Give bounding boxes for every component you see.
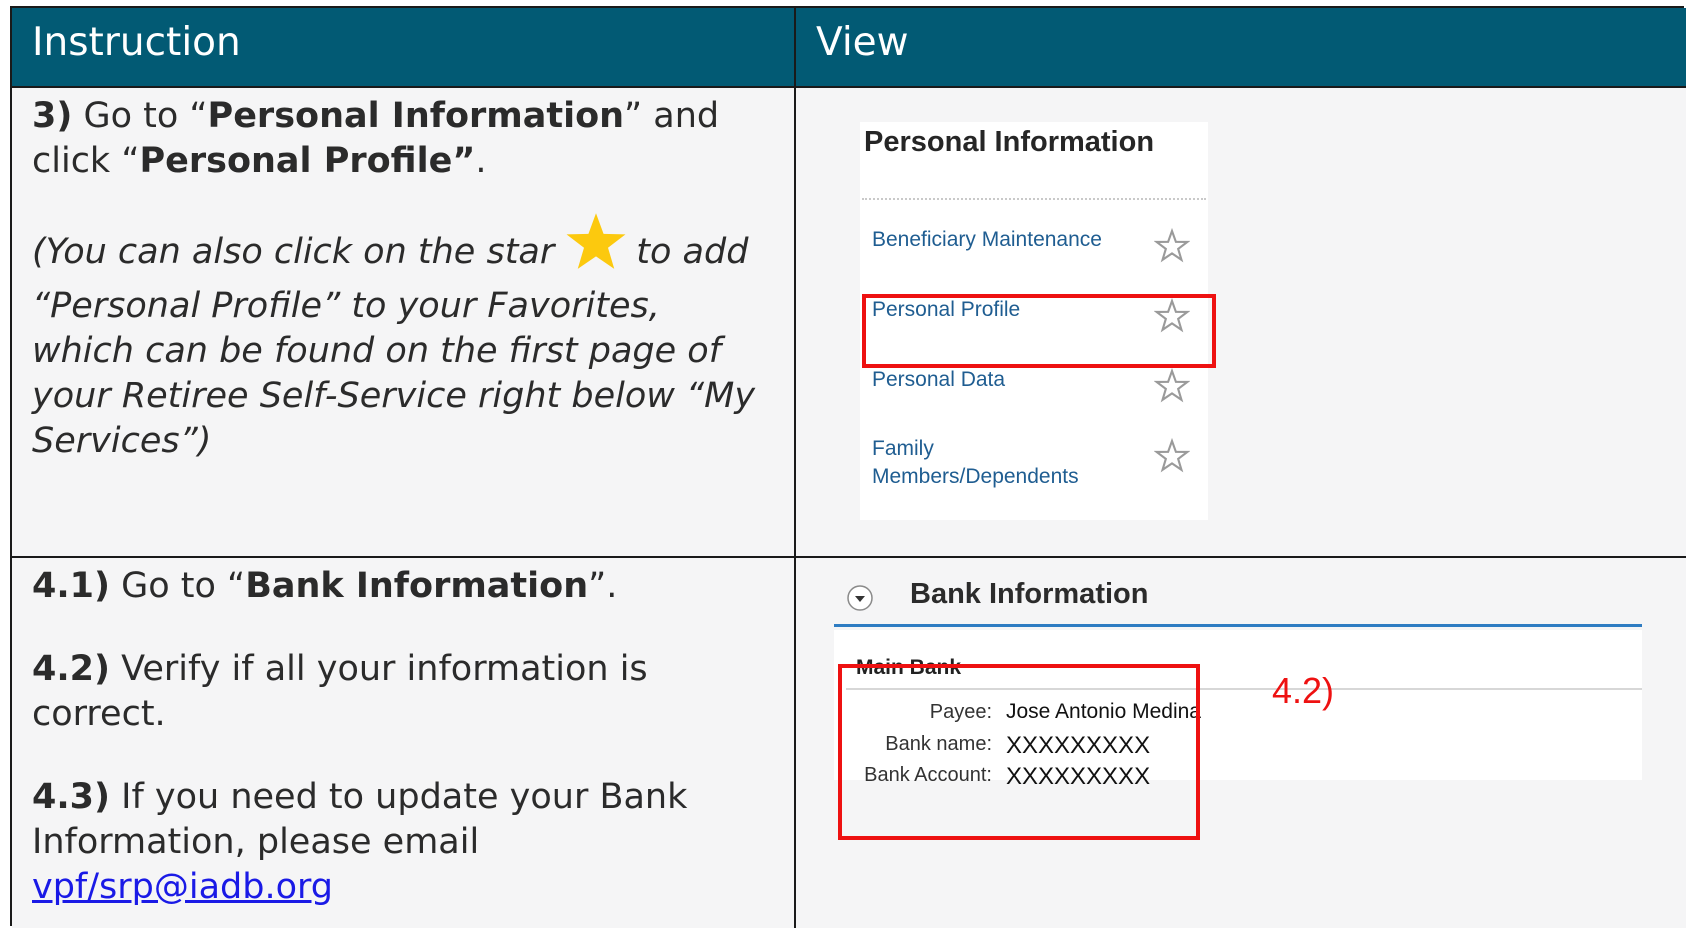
bank-information-header[interactable]: Bank Information [834, 574, 1642, 627]
row1-view-cell: Personal Information Beneficiary Mainten… [796, 88, 1686, 558]
personal-profile-highlight [862, 294, 1216, 368]
star-outline-icon[interactable] [1154, 228, 1190, 264]
step42-text: Verify if all your information is correc… [32, 649, 648, 734]
bank-information-title: Bank Information [910, 578, 1149, 610]
row2-instruction-cell: 4.1) Go to “Bank Information”. 4.2) Veri… [12, 558, 796, 928]
step4-instructions: 4.1) Go to “Bank Information”. 4.2) Veri… [32, 564, 764, 910]
step3-text-c: . [475, 141, 487, 181]
star-outline-icon[interactable] [1154, 368, 1190, 404]
header-view: View [796, 8, 1686, 88]
step42-number: 4.2) [32, 649, 110, 689]
step3-bold-a: Personal Information [207, 96, 625, 136]
menu-item-family-members[interactable]: Family Members/Dependents [872, 435, 1102, 491]
row1-instruction-cell: 3) Go to “Personal Information” and clic… [12, 88, 796, 558]
step43-text: If you need to update your Bank Informat… [32, 777, 688, 862]
step41-bold: Bank Information [245, 566, 589, 606]
menu-item-personal-data[interactable]: Personal Data [872, 366, 1192, 394]
gold-star-icon [564, 212, 628, 284]
step41-text: Go to “ [110, 566, 246, 606]
step3-instruction: 3) Go to “Personal Information” and clic… [32, 94, 764, 464]
email-link[interactable]: vpf/srp@iadb.org [32, 867, 333, 907]
personal-information-title: Personal Information [864, 126, 1155, 158]
step3-number: 3) [32, 96, 73, 136]
step3-text-a: Go to “ [72, 96, 208, 136]
collapse-toggle-icon[interactable] [846, 584, 874, 612]
step43-number: 4.3) [32, 777, 110, 817]
row2-view-cell: Bank Information Main Bank Payee: Jose A… [796, 558, 1686, 928]
instruction-table: Instruction View 3) Go to “Personal Info… [10, 6, 1686, 928]
dotted-divider [862, 198, 1206, 200]
header-instruction: Instruction [12, 8, 796, 88]
step41-end: ”. [588, 566, 618, 606]
menu-item-beneficiary-maintenance[interactable]: Beneficiary Maintenance [872, 226, 1192, 254]
step3-bold-b: Personal Profile” [139, 141, 476, 181]
star-note-a: (You can also click on the star [32, 232, 555, 272]
step42-annotation: 4.2) [1272, 670, 1335, 711]
star-outline-icon[interactable] [1154, 438, 1190, 474]
step41-number: 4.1) [32, 566, 110, 606]
bank-details-highlight [838, 664, 1200, 840]
